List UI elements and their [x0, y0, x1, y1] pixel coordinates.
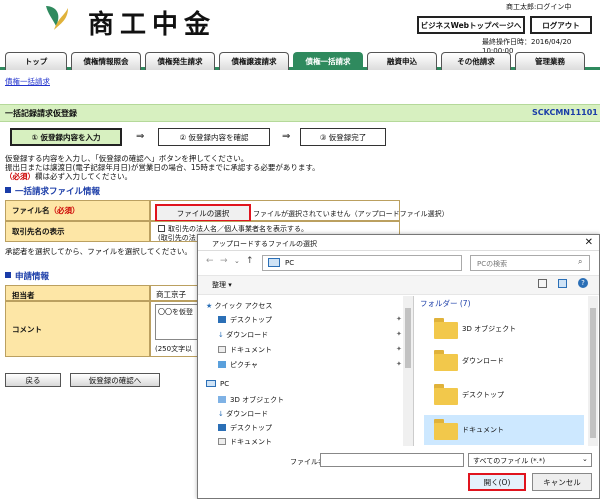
search-input[interactable]: PCの検索 — [470, 255, 590, 271]
file-upload-dialog: アップロードするファイルの選択 ✕ ← → ⌄ ↑ PC PCの検索 ⌕ 整理 … — [197, 234, 600, 499]
nav-pc[interactable]: PC — [206, 380, 229, 388]
person-label: 担当者 — [5, 285, 150, 301]
folder-icon[interactable] — [434, 383, 462, 405]
chevron-down-icon[interactable]: ⌄ — [234, 257, 240, 265]
pc-icon — [268, 258, 280, 267]
no-file-text: ファイルが選択されていません（アップロードファイル選択） — [253, 210, 449, 218]
business-web-top-button[interactable]: ビジネスWebトップページへ — [417, 16, 525, 34]
user-status: 商工太郎:ログイン中 — [506, 3, 572, 11]
view-options-icon[interactable] — [538, 279, 547, 288]
folder-desktop[interactable]: デスクトップ — [462, 390, 504, 400]
download-icon: ↓ — [218, 410, 227, 418]
section-title-apply: 申請情報 — [5, 270, 49, 282]
picture-icon — [218, 361, 226, 368]
file-name-label-text: ファイル名 — [12, 206, 50, 215]
folder-icon[interactable] — [434, 317, 462, 339]
filename-input[interactable] — [320, 453, 464, 467]
quick-access-item[interactable]: ★ クイック アクセス — [206, 301, 272, 311]
confirm-button[interactable]: 仮登録の確認へ — [70, 373, 160, 387]
partner-display-label: 取引先名の表示 — [5, 221, 150, 242]
tab-other-requests[interactable]: その他請求 — [441, 52, 511, 70]
pin-icon: ✦ — [396, 360, 402, 368]
nav-pc-downloads[interactable]: ↓ ダウンロード — [218, 409, 268, 419]
step-input: ① 仮登録内容を入力 — [10, 128, 122, 146]
cancel-button[interactable]: キャンセル — [532, 473, 592, 491]
page-title: 一括記録請求仮登録 — [5, 109, 77, 118]
screen-code: SCKCMN11101 — [532, 108, 598, 117]
folder-3d-objects[interactable]: 3D オブジェクト — [462, 324, 516, 334]
tab-bulk-request[interactable]: 債権一括請求 — [293, 52, 363, 70]
3d-objects-icon — [218, 396, 226, 403]
file-after-note: 承認者を選択してから、ファイルを選択してください。 — [5, 247, 192, 256]
nav-3d-objects[interactable]: 3D オブジェクト — [218, 395, 284, 405]
file-type-select[interactable]: すべてのファイル (*.*) — [468, 453, 592, 467]
step-arrow-icon: ⇒ — [136, 131, 145, 142]
required-mark: （必須） — [5, 172, 35, 181]
pin-icon: ✦ — [396, 345, 402, 353]
nav-pc-desktop[interactable]: デスクトップ — [218, 423, 272, 433]
tab-management[interactable]: 管理業務 — [515, 52, 585, 70]
download-icon: ↓ — [218, 331, 227, 339]
instruction-line: （必須）欄は必ず入力してください。 — [5, 171, 132, 182]
dialog-title: アップロードするファイルの選択 — [198, 235, 599, 251]
tab-top[interactable]: トップ — [5, 52, 67, 70]
page-title-bar — [0, 104, 600, 122]
nav-documents[interactable]: ドキュメント — [218, 345, 272, 355]
instruction-text: 欄は必ず入力してください。 — [35, 172, 133, 181]
required-mark: （必須） — [49, 206, 80, 215]
comment-limit-note: (250文字以 — [155, 345, 193, 353]
content-scrollbar[interactable] — [588, 296, 598, 446]
open-button[interactable]: 開く(O) — [468, 473, 526, 491]
partner-display-checkbox[interactable] — [158, 225, 165, 232]
desktop-icon — [218, 424, 226, 431]
tab-credit-inquiry[interactable]: 債権情報照会 — [71, 52, 141, 70]
folder-group-header[interactable]: フォルダー (7) — [420, 298, 471, 309]
step-arrow-icon: ⇒ — [282, 131, 291, 142]
file-select-button[interactable]: ファイルの選択 — [155, 204, 251, 222]
step-confirm: ② 仮登録内容を確認 — [158, 128, 270, 146]
folder-documents[interactable]: ドキュメント — [462, 425, 504, 435]
help-icon[interactable]: ? — [578, 278, 588, 288]
pin-icon: ✦ — [396, 315, 402, 323]
tab-credit-transfer[interactable]: 債権譲渡請求 — [219, 52, 289, 70]
logout-button[interactable]: ログアウト — [530, 16, 592, 34]
nav-pictures[interactable]: ピクチャ — [218, 360, 258, 370]
address-text: PC — [285, 259, 295, 267]
close-icon[interactable]: ✕ — [585, 237, 593, 248]
document-icon — [218, 438, 226, 445]
up-arrow-icon[interactable]: ↑ — [246, 256, 254, 266]
desktop-icon — [218, 316, 226, 323]
pc-icon — [206, 380, 216, 387]
search-icon: ⌕ — [578, 257, 583, 266]
folder-icon[interactable] — [434, 418, 462, 440]
preview-pane-icon[interactable] — [558, 279, 567, 288]
organize-menu[interactable]: 整理 ▾ — [212, 280, 232, 290]
comment-label: コメント — [5, 301, 150, 357]
star-icon: ★ — [206, 302, 215, 310]
nav-pc-documents[interactable]: ドキュメント — [218, 437, 272, 447]
tab-credit-issue[interactable]: 債権発生請求 — [145, 52, 215, 70]
pin-icon: ✦ — [396, 330, 402, 338]
folder-downloads[interactable]: ダウンロード — [462, 356, 504, 366]
address-bar[interactable]: PC — [262, 255, 462, 271]
back-button[interactable]: 戻る — [5, 373, 61, 387]
person-value: 商工京子 — [150, 285, 200, 301]
partner-note: (取引先の法 — [158, 234, 196, 242]
tab-loan-application[interactable]: 融資申込 — [367, 52, 437, 70]
folder-icon[interactable] — [434, 349, 462, 371]
nav-scrollbar[interactable] — [403, 296, 413, 446]
logo-icon — [46, 6, 68, 30]
logo-text: 商工中金 — [88, 10, 217, 40]
forward-arrow-icon[interactable]: → — [220, 256, 228, 266]
document-icon — [218, 346, 226, 353]
subnav-bulk-request-link[interactable]: 債権一括請求 — [5, 76, 50, 87]
file-name-label: ファイル名（必須） — [5, 200, 150, 221]
comment-input[interactable]: 〇〇を仮登 — [155, 304, 200, 340]
section-title-file: 一括請求ファイル情報 — [5, 185, 100, 197]
nav-desktop[interactable]: デスクトップ — [218, 315, 272, 325]
step-complete: ③ 仮登録完了 — [300, 128, 386, 146]
nav-downloads[interactable]: ↓ ダウンロード — [218, 330, 268, 340]
chevron-down-icon: ⌄ — [582, 455, 588, 463]
back-arrow-icon[interactable]: ← — [206, 256, 214, 266]
